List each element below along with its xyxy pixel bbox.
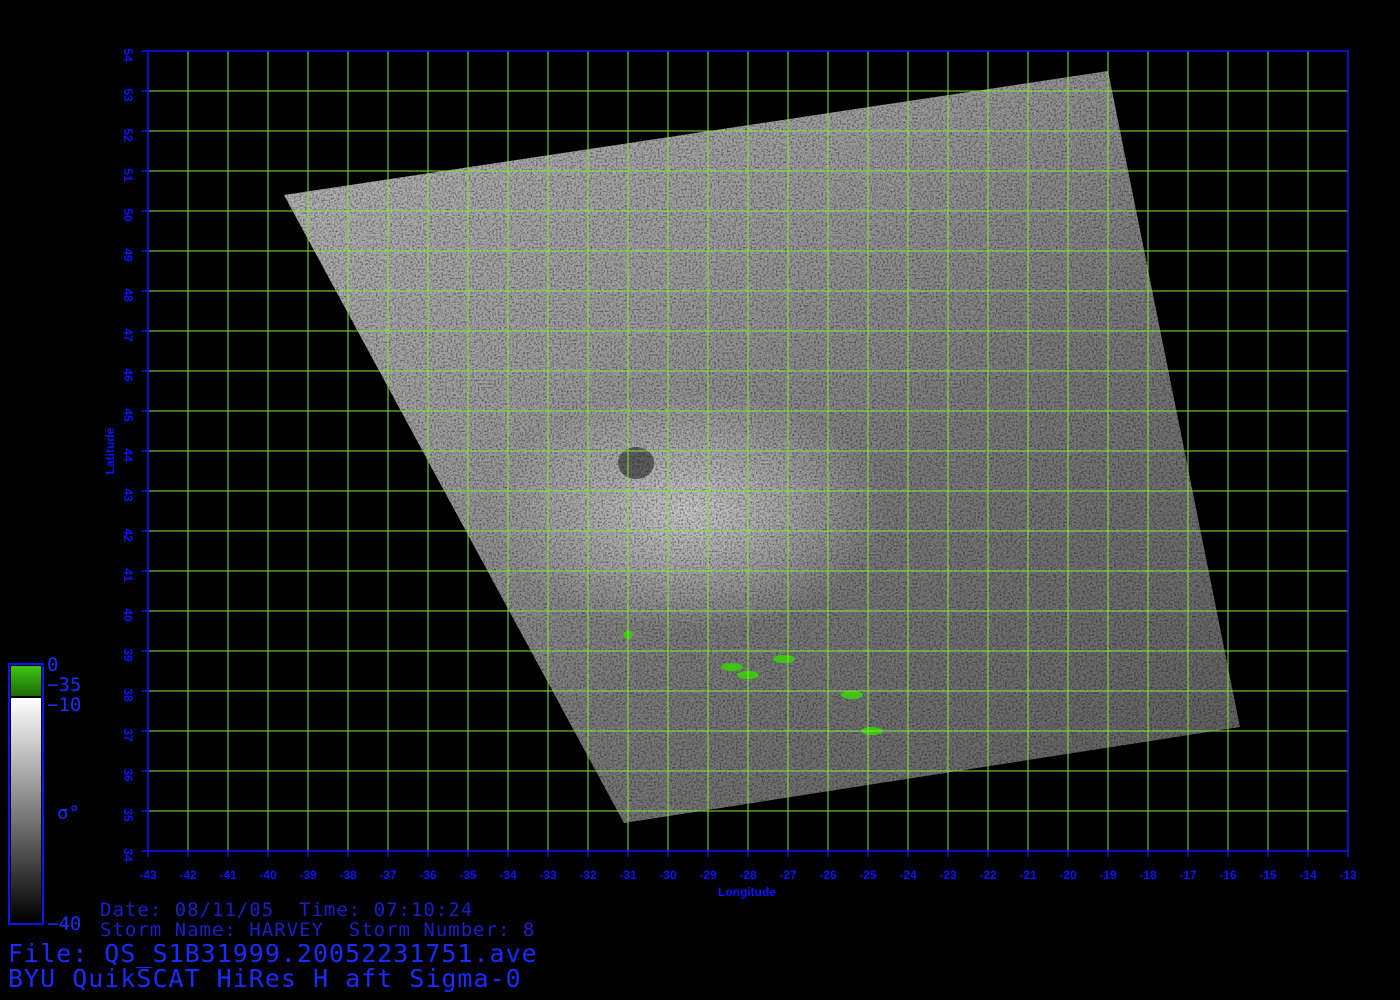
x-tick-label: -41 — [219, 868, 237, 882]
colorbar — [8, 663, 44, 925]
x-tick-label: -31 — [619, 868, 637, 882]
colorbar-label-bottom: −40 — [47, 913, 82, 935]
x-tick-label: -25 — [859, 868, 877, 882]
low-sigma-patch — [773, 655, 795, 663]
x-tick-label: -27 — [779, 868, 797, 882]
y-tick-label: 42 — [121, 528, 135, 542]
y-tick-label: 53 — [121, 88, 135, 102]
x-tick-label: -38 — [339, 868, 357, 882]
y-tick-label: 40 — [121, 608, 135, 622]
product-title-line: BYU QuikSCAT HiRes H aft Sigma-0 — [8, 964, 522, 993]
y-tick-label: 38 — [121, 688, 135, 702]
x-tick-label: -17 — [1179, 868, 1197, 882]
x-tick-label: -30 — [659, 868, 677, 882]
x-tick-label: -16 — [1219, 868, 1237, 882]
y-tick-label: 34 — [121, 848, 135, 862]
low-sigma-patch — [721, 663, 743, 671]
x-tick-label: -15 — [1259, 868, 1277, 882]
x-axis-label: Longitude — [718, 885, 776, 899]
colorbar-label-top: 0 — [47, 654, 59, 676]
x-tick-label: -36 — [419, 868, 437, 882]
colorbar-gray-ramp — [11, 698, 41, 922]
y-tick-label: 37 — [121, 728, 135, 742]
y-tick-label: 51 — [121, 168, 135, 182]
x-tick-label: -29 — [699, 868, 717, 882]
y-tick-label: 48 — [121, 288, 135, 302]
x-tick-label: -21 — [1019, 868, 1037, 882]
colorbar-symbol: σ° — [57, 802, 80, 824]
y-tick-label: 54 — [121, 48, 135, 62]
y-tick-label: 49 — [121, 248, 135, 262]
x-tick-label: -23 — [939, 868, 957, 882]
x-tick-label: -24 — [899, 868, 917, 882]
x-tick-label: -28 — [739, 868, 757, 882]
x-tick-label: -35 — [459, 868, 477, 882]
x-tick-label: -26 — [819, 868, 837, 882]
x-tick-label: -18 — [1139, 868, 1157, 882]
map-plot: -43 -42 -41 -40 -39 -38 -37 -36 -35 -34 -33 -32 -31 -… — [8, 48, 1357, 925]
y-tick-label: 50 — [121, 208, 135, 222]
x-tick-label: -37 — [379, 868, 397, 882]
sigma0-swath-image — [284, 71, 1240, 823]
lat-lon-grid — [147, 50, 1349, 852]
speckle-texture — [284, 71, 1240, 823]
x-tick-label: -39 — [299, 868, 317, 882]
x-tick-label: -33 — [539, 868, 557, 882]
low-sigma-patch — [841, 691, 863, 699]
y-tick-label: 52 — [121, 128, 135, 142]
x-tick-label: -42 — [179, 868, 197, 882]
x-tick-label: -32 — [579, 868, 597, 882]
y-tick-label: 45 — [121, 408, 135, 422]
y-tick-label: 35 — [121, 808, 135, 822]
x-tick-label: -34 — [499, 868, 517, 882]
x-tick-label: -14 — [1299, 868, 1317, 882]
y-tick-label: 39 — [121, 648, 135, 662]
x-tick-label: -22 — [979, 868, 997, 882]
file-name-line: File: QS_S1B31999.20052231751.ave — [8, 939, 538, 968]
x-tick-label: -40 — [259, 868, 277, 882]
colorbar-green-segment — [11, 666, 41, 696]
y-tick-label: 46 — [121, 368, 135, 382]
colorbar-label-green-bottom: −35 — [47, 674, 82, 696]
x-tick-label: -43 — [139, 868, 157, 882]
y-axis-label: Latitude — [103, 427, 117, 474]
y-tick-label: 43 — [121, 488, 135, 502]
x-tick-label: -20 — [1059, 868, 1077, 882]
date-time-line: Date: 08/11/05 Time: 07:10:24 — [100, 899, 474, 921]
colorbar-label-gray-top: −10 — [47, 694, 82, 716]
y-tick-label: 41 — [121, 568, 135, 582]
y-tick-label: 44 — [121, 448, 135, 462]
y-tick-label: 36 — [121, 768, 135, 782]
x-tick-label: -19 — [1099, 868, 1117, 882]
y-tick-label: 47 — [121, 328, 135, 342]
storm-info-line: Storm Name: HARVEY Storm Number: 8 — [100, 919, 536, 941]
x-tick-label: -13 — [1339, 868, 1357, 882]
